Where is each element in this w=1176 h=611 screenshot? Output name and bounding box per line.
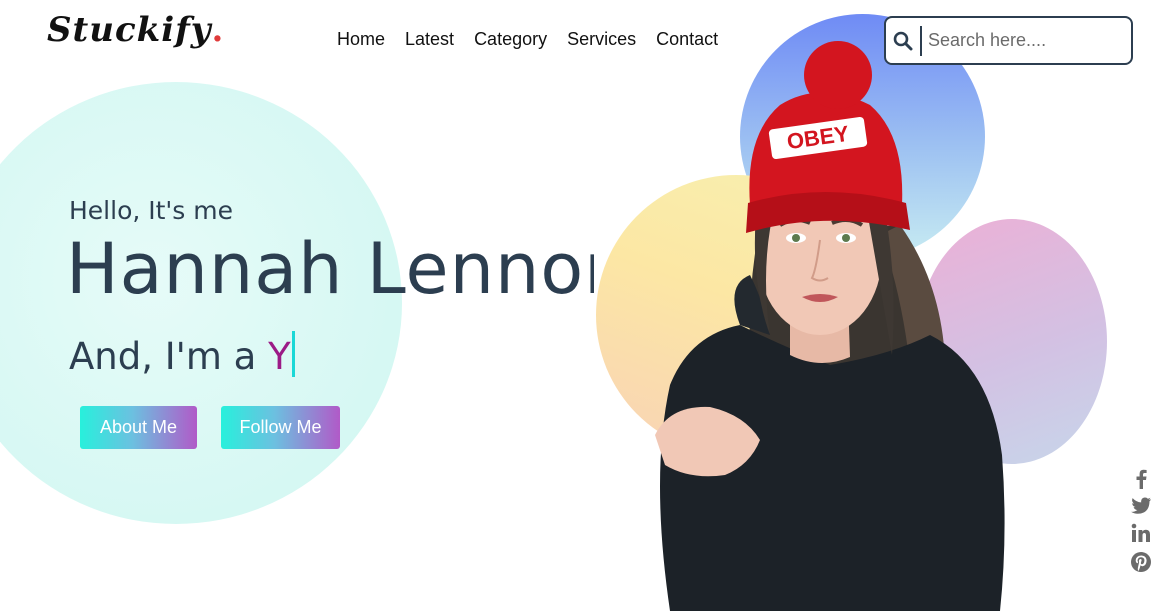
page: OBEY Stuckify. Home Latest Category Serv… (0, 0, 1176, 611)
main-nav: Home Latest Category Services Contact (337, 29, 718, 50)
nav-home[interactable]: Home (337, 29, 385, 50)
search-icon[interactable] (886, 18, 920, 63)
hero-name-container: Hannah Lennon (66, 224, 594, 314)
logo-text: Stuckify (47, 10, 212, 50)
social-links (1130, 469, 1152, 573)
hero-name: Hannah Lennon (66, 228, 594, 310)
search-input[interactable] (922, 25, 1122, 56)
nav-contact[interactable]: Contact (656, 29, 718, 50)
logo-dot: . (211, 10, 225, 50)
brand-logo[interactable]: Stuckify. (47, 10, 224, 50)
role-typed-text: Y (268, 335, 291, 378)
nav-category[interactable]: Category (474, 29, 547, 50)
typing-cursor (291, 331, 295, 377)
nav-latest[interactable]: Latest (405, 29, 454, 50)
portrait-image: OBEY (655, 41, 1005, 611)
about-me-button[interactable]: About Me (80, 406, 197, 449)
hero-greeting: Hello, It's me (69, 196, 234, 225)
search-box (884, 16, 1133, 65)
hero-role: And, I'm a Y (69, 331, 295, 378)
twitter-icon[interactable] (1130, 497, 1152, 515)
role-prefix: And, I'm a (69, 335, 257, 378)
follow-me-button[interactable]: Follow Me (221, 406, 340, 449)
nav-services[interactable]: Services (567, 29, 636, 50)
facebook-icon[interactable] (1134, 469, 1148, 489)
linkedin-icon[interactable] (1131, 523, 1151, 543)
pinterest-icon[interactable] (1130, 551, 1152, 573)
